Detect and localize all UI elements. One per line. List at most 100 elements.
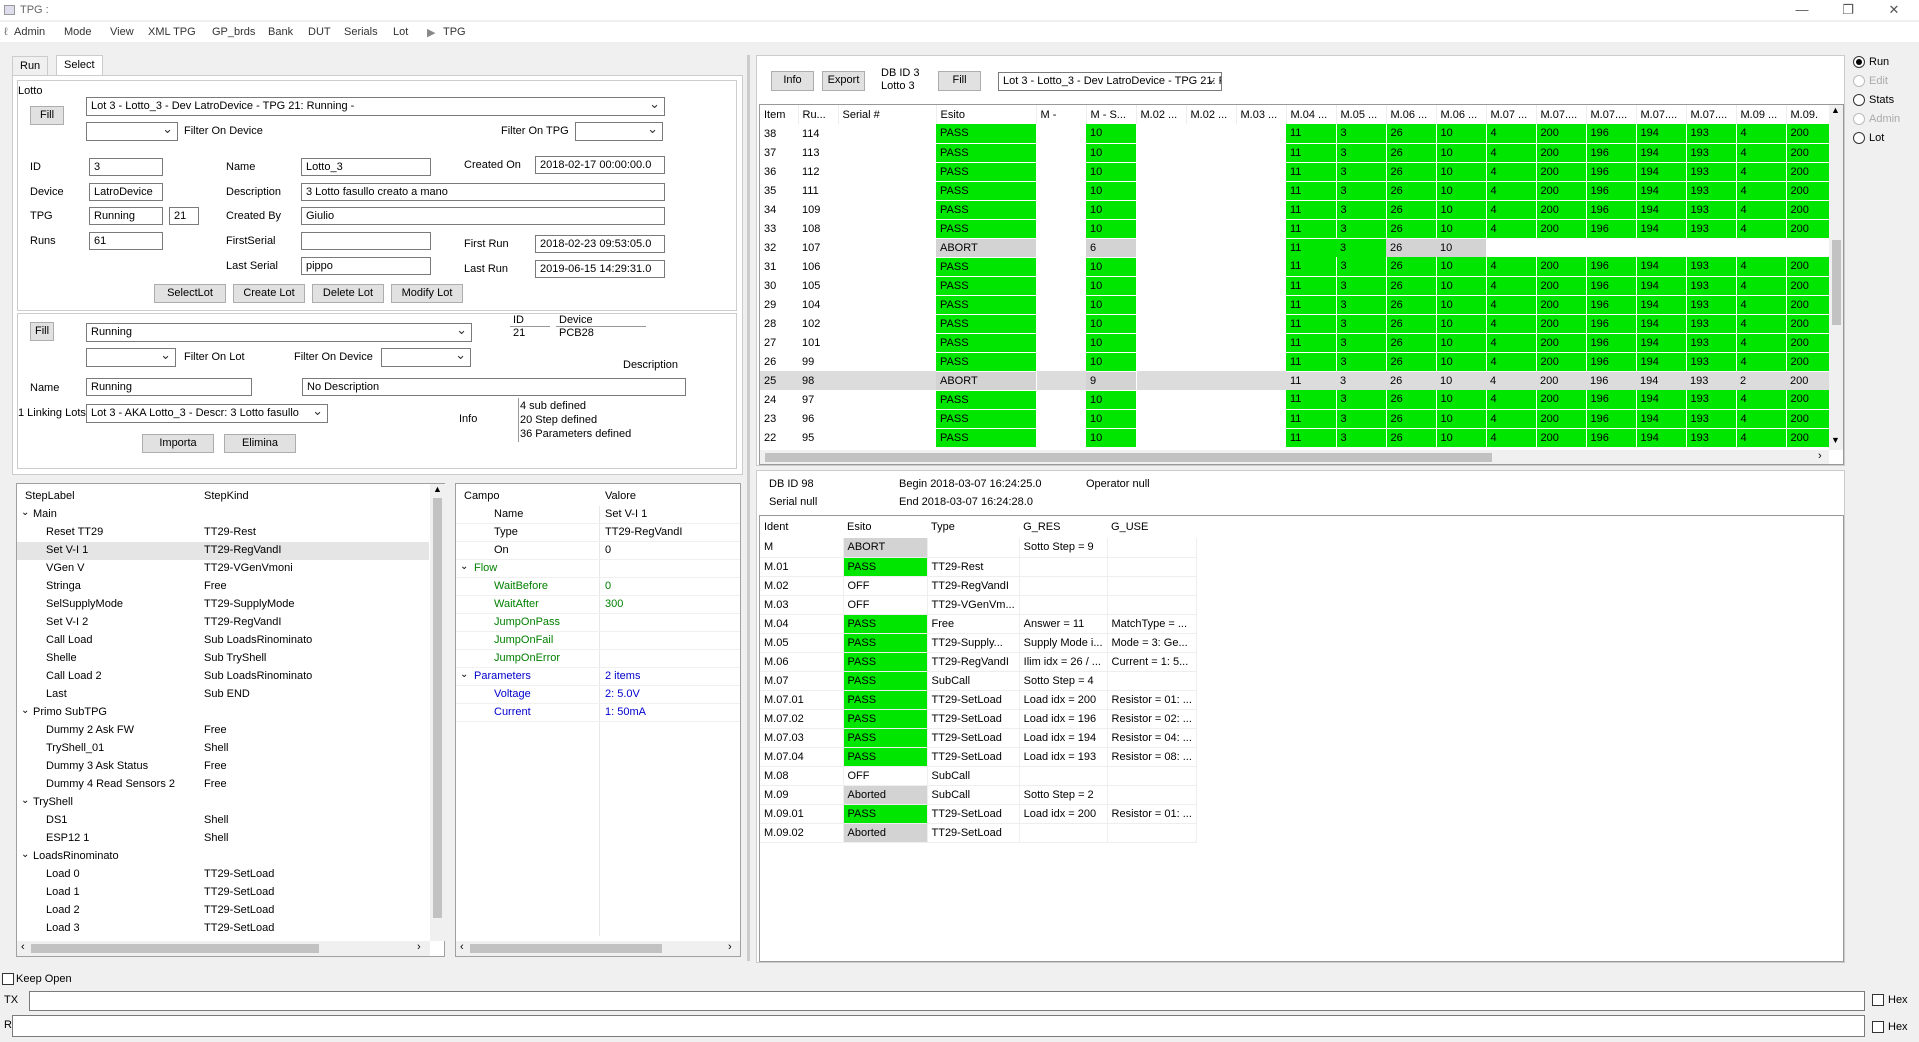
runs-column-header[interactable]: M.09. (1786, 105, 1831, 124)
detail-row[interactable]: M.08 OFF SubCall (760, 766, 1197, 786)
rx-hex-checkbox[interactable] (1872, 1021, 1884, 1033)
tx-hex-checkbox[interactable] (1872, 994, 1884, 1006)
menu-admin[interactable]: Admin (14, 26, 45, 38)
run-row[interactable]: 37 113 PASS 10 11 3 26 10 4 200 196 194 193 4 200 (760, 143, 1831, 163)
expand-chevron-icon[interactable]: ⌄ (21, 705, 29, 716)
lot-tpg-field[interactable]: Running (89, 207, 163, 225)
step-tree-vscroll-thumb[interactable] (433, 498, 442, 918)
detail-row[interactable]: M.03 OFF TT29-VGenVm... (760, 595, 1197, 615)
menu-dut[interactable]: DUT (308, 26, 331, 38)
runs-vscroll-thumb[interactable] (1832, 240, 1841, 325)
prop-row[interactable]: WaitAfter 300 (456, 596, 740, 614)
tab-select[interactable]: Select (56, 55, 103, 75)
lot-filter-tpg-combo[interactable] (575, 122, 663, 141)
tx-input[interactable] (29, 991, 1865, 1011)
run-row[interactable]: 36 112 PASS 10 11 3 26 10 4 200 196 194 193 4 200 (760, 162, 1831, 182)
prop-row[interactable]: Voltage 2: 5.0V (456, 686, 740, 704)
prop-hscroll-thumb[interactable] (470, 944, 662, 953)
mode-radio-admin[interactable] (1853, 113, 1865, 125)
runs-column-header[interactable]: M.03 ... (1236, 105, 1287, 124)
info-button[interactable]: Info (771, 71, 814, 91)
lot-name-field[interactable]: Lotto_3 (301, 158, 431, 176)
mode-radio-run[interactable] (1853, 56, 1865, 68)
run-row[interactable]: 25 98 ABORT 9 11 3 26 10 4 200 196 194 193 2 200 (760, 371, 1830, 391)
menu-serials[interactable]: Serials (344, 26, 378, 38)
runs-column-header[interactable]: Serial # (838, 105, 937, 124)
lot-first-serial-field[interactable] (301, 232, 431, 250)
run-row[interactable]: 33 108 PASS 10 11 3 26 10 4 200 196 194 193 4 200 (760, 219, 1831, 239)
step-row[interactable]: Load 1 TT29-SetLoad (17, 884, 429, 902)
mode-radio-stats[interactable] (1853, 94, 1865, 106)
import-button[interactable]: Importa (142, 434, 214, 453)
detail-row[interactable]: M.06 PASS TT29-RegVandI Ilim idx = 26 / ...… (760, 652, 1197, 672)
runs-hscroll[interactable]: › (760, 450, 1829, 464)
lot-created-by-field[interactable]: Giulio (301, 207, 665, 225)
run-row[interactable]: 23 96 PASS 10 11 3 26 10 4 200 196 194 193 4 200 (760, 409, 1831, 429)
lot-runs-field[interactable]: 61 (89, 232, 163, 250)
detail-row[interactable]: M.07.02 PASS TT29-SetLoad Load idx = 196 Res… (760, 709, 1197, 729)
close-icon[interactable]: ✕ (1879, 2, 1909, 18)
tpg-fill-button[interactable]: Fill (30, 322, 54, 341)
run-row[interactable]: 26 99 PASS 10 11 3 26 10 4 200 196 194 193 4 200 (760, 352, 1831, 372)
detail-row[interactable]: M.07.04 PASS TT29-SetLoad Load idx = 193 Res… (760, 747, 1197, 767)
runs-column-header[interactable]: M.04 ... (1286, 105, 1337, 124)
menu-gp-brds[interactable]: GP_brds (212, 26, 255, 38)
prop-row[interactable]: Name Set V-I 1 (456, 506, 740, 524)
keep-open-checkbox[interactable] (2, 973, 14, 985)
maximize-icon[interactable]: ❐ (1833, 2, 1863, 18)
detail-column-header[interactable]: Esito (843, 516, 927, 538)
runs-column-header[interactable]: M.07.... (1536, 105, 1587, 124)
menu-xml-tpg[interactable]: XML TPG (148, 26, 196, 38)
mode-radio-lot[interactable] (1853, 132, 1865, 144)
step-tree-hscroll-thumb[interactable] (31, 944, 319, 953)
run-row[interactable]: 38 114 PASS 10 11 3 26 10 4 200 196 194 193 4 200 (760, 124, 1831, 144)
run-row[interactable]: 30 105 PASS 10 11 3 26 10 4 200 196 194 193 4 200 (760, 276, 1831, 296)
tpg-filter-device-combo[interactable] (381, 348, 471, 367)
detail-column-header[interactable]: Ident (760, 516, 843, 538)
export-button[interactable]: Export (822, 71, 865, 91)
runs-hscroll-thumb[interactable] (765, 453, 1492, 462)
runs-column-header[interactable]: Ru... (798, 105, 839, 124)
create-lot-button[interactable]: Create Lot (233, 284, 305, 303)
detail-row[interactable]: M.09 Aborted SubCall Sotto Step = 2 (760, 785, 1197, 805)
run-row[interactable]: 24 97 PASS 10 11 3 26 10 4 200 196 194 193 4 200 (760, 390, 1831, 410)
detail-column-header[interactable]: Type (927, 516, 1020, 538)
prop-row[interactable]: Current 1: 50mA (456, 704, 740, 722)
prop-hscroll[interactable]: ‹ › (456, 941, 740, 956)
runs-column-header[interactable]: M.02 ... (1136, 105, 1187, 124)
tab-run[interactable]: Run (12, 56, 49, 75)
runs-column-header[interactable]: M.09 ... (1736, 105, 1787, 124)
prop-row[interactable]: Type TT29-RegVandI (456, 524, 740, 542)
menu-bank[interactable]: Bank (268, 26, 293, 38)
tpg-linking-combo[interactable]: Lot 3 - AKA Lotto_3 - Descr: 3 Lotto fas… (86, 404, 328, 423)
step-row[interactable]: Load 0 TT29-SetLoad (17, 866, 429, 884)
step-row[interactable]: Dummy 4 Read Sensors 2 Free (17, 776, 429, 794)
detail-row[interactable]: M.09.01 PASS TT29-SetLoad Load idx = 200 Res… (760, 804, 1197, 824)
scroll-up-icon[interactable]: ▲ (433, 484, 442, 494)
step-row[interactable]: Last Sub END (17, 686, 429, 704)
expand-chevron-icon[interactable]: ⌄ (21, 795, 29, 806)
runs-column-header[interactable]: M.07.... (1586, 105, 1637, 124)
scroll-right-icon[interactable]: › (417, 941, 421, 953)
lot-tpg-id-field[interactable]: 21 (169, 207, 199, 225)
detail-row[interactable]: M.07.01 PASS TT29-SetLoad Load idx = 200 Res… (760, 690, 1197, 710)
menu-tpg[interactable]: TPG (443, 26, 466, 38)
step-row[interactable]: Dummy 2 Ask FW Free (17, 722, 429, 740)
tpg-filter-lot-combo[interactable] (86, 348, 176, 367)
prop-row[interactable]: ⌄ Flow (456, 560, 740, 578)
runs-fill-button[interactable]: Fill (938, 71, 981, 91)
step-row[interactable]: TryShell_01 Shell (17, 740, 429, 758)
prop-scroll-right-icon[interactable]: › (728, 941, 732, 953)
prop-row[interactable]: On 0 (456, 542, 740, 560)
expand-chevron-icon[interactable]: ⌄ (21, 849, 29, 860)
select-lot-button[interactable]: SelectLot (154, 284, 226, 303)
detail-row[interactable]: M ABORT Sotto Step = 9 (760, 538, 1197, 558)
runs-lot-combo[interactable]: Lot 3 - Lotto_3 - Dev LatroDevice - TPG … (998, 72, 1222, 91)
prop-row[interactable]: WaitBefore 0 (456, 578, 740, 596)
runs-scroll-right-icon[interactable]: › (1818, 450, 1822, 462)
step-row[interactable]: Shelle Sub TryShell (17, 650, 429, 668)
step-row[interactable]: DS1 Shell (17, 812, 429, 830)
run-row[interactable]: 29 104 PASS 10 11 3 26 10 4 200 196 194 193 4 200 (760, 295, 1831, 315)
runs-scroll-down-icon[interactable]: ▼ (1831, 435, 1840, 445)
runs-column-header[interactable]: M.02 ... (1186, 105, 1237, 124)
